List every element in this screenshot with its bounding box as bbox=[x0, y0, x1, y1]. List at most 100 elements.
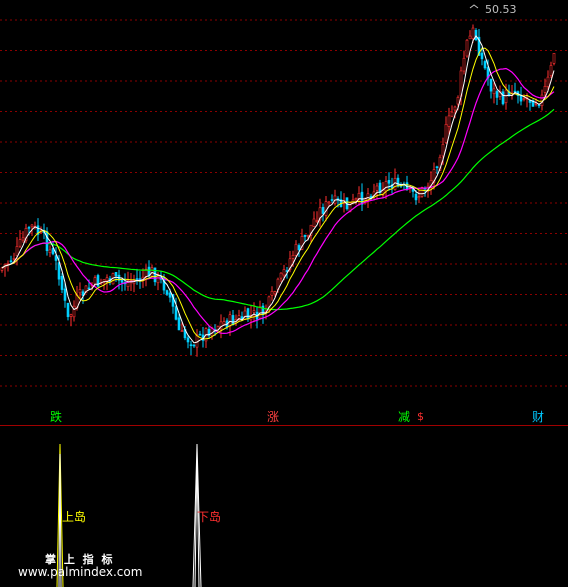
candle-down bbox=[177, 317, 181, 331]
candle-down bbox=[45, 231, 49, 251]
candle-up bbox=[279, 272, 283, 279]
price-pointer bbox=[469, 4, 479, 9]
candle-up bbox=[543, 85, 547, 93]
candle-down bbox=[60, 276, 64, 290]
fall-marker: 跌 bbox=[50, 410, 63, 424]
wealth-marker: 财 bbox=[532, 410, 545, 424]
down-island-label: 下岛 bbox=[197, 510, 222, 524]
candle-down bbox=[198, 333, 202, 336]
candle-up bbox=[417, 196, 421, 199]
candle-up bbox=[354, 198, 358, 201]
candle-down bbox=[114, 272, 118, 277]
candle-up bbox=[450, 111, 454, 117]
candle-down bbox=[87, 287, 91, 290]
candle-up bbox=[252, 310, 256, 313]
candle-down bbox=[474, 30, 478, 41]
candlestick-panel bbox=[0, 4, 568, 387]
candle-up bbox=[222, 321, 226, 325]
candle-down bbox=[246, 308, 250, 320]
candle-up bbox=[30, 224, 34, 228]
candle-up bbox=[492, 88, 496, 95]
candle-down bbox=[360, 191, 364, 205]
candle-up bbox=[447, 115, 451, 127]
candle-up bbox=[522, 98, 526, 100]
up-island-label: 上岛 bbox=[62, 510, 87, 524]
candle-up bbox=[384, 181, 388, 192]
candle-down bbox=[174, 306, 178, 320]
candle-up bbox=[471, 27, 475, 40]
candle-down bbox=[135, 278, 139, 280]
candle-up bbox=[294, 243, 298, 256]
candle-down bbox=[387, 180, 391, 184]
candle-down bbox=[435, 166, 439, 169]
ma5-line bbox=[1, 35, 555, 344]
candle-up bbox=[465, 39, 469, 57]
candle-up bbox=[327, 201, 331, 204]
candle-down bbox=[168, 292, 172, 298]
candle-up bbox=[546, 76, 550, 87]
candle-down bbox=[501, 91, 505, 105]
candle-down bbox=[63, 288, 67, 301]
candle-down bbox=[480, 52, 484, 60]
candle-down bbox=[66, 302, 70, 318]
candle-down bbox=[483, 61, 487, 69]
candle-up bbox=[18, 239, 22, 247]
candle-up bbox=[468, 35, 472, 40]
candle-up bbox=[462, 57, 466, 72]
chart-screen: { "colors": { "background": "#000000", "… bbox=[0, 0, 568, 587]
candle-down bbox=[297, 245, 301, 251]
candle-up bbox=[15, 246, 19, 257]
candle-up bbox=[444, 124, 448, 143]
candle-up bbox=[324, 201, 328, 216]
candle-up bbox=[93, 277, 97, 285]
rise-marker: 涨 bbox=[267, 410, 280, 424]
candle-down bbox=[513, 90, 517, 93]
candle-down bbox=[231, 315, 235, 326]
candle-up bbox=[549, 65, 553, 76]
candle-up bbox=[312, 218, 316, 227]
candle-down bbox=[57, 262, 61, 280]
candle-up bbox=[69, 314, 73, 317]
candle-down bbox=[396, 177, 400, 187]
candle-down bbox=[495, 91, 499, 98]
candle-up bbox=[552, 53, 556, 64]
price-gridlines bbox=[0, 19, 568, 387]
candle-down bbox=[186, 337, 190, 343]
candle-up bbox=[420, 187, 424, 197]
candle-up bbox=[105, 277, 109, 282]
candle-up bbox=[243, 310, 247, 321]
candle-up bbox=[6, 262, 10, 265]
candle-down bbox=[165, 290, 169, 295]
candle-down bbox=[120, 279, 124, 283]
candle-up bbox=[228, 314, 232, 327]
candle-down bbox=[489, 78, 493, 92]
candle-down bbox=[321, 206, 325, 214]
ma10-line bbox=[1, 47, 555, 340]
candle-up bbox=[12, 258, 16, 260]
candle-up bbox=[291, 255, 295, 259]
candle-down bbox=[303, 234, 307, 237]
candle-up bbox=[504, 89, 508, 103]
candle-up bbox=[48, 249, 52, 254]
candle-up bbox=[375, 185, 379, 191]
candle-up bbox=[453, 106, 457, 111]
candle-down bbox=[330, 199, 334, 201]
candle-down bbox=[192, 344, 196, 347]
candle-up bbox=[21, 237, 25, 241]
candle-up bbox=[273, 291, 277, 295]
candle-down bbox=[9, 260, 13, 263]
candle-up bbox=[150, 267, 154, 277]
candle-up bbox=[306, 234, 310, 237]
reduce-marker: 减 bbox=[398, 410, 411, 424]
candle-up bbox=[357, 193, 361, 200]
candle-up bbox=[441, 143, 445, 157]
reduce-dollar-marker: $ bbox=[417, 410, 424, 423]
candle-down bbox=[189, 344, 193, 346]
candle-up bbox=[456, 97, 460, 105]
candle-down bbox=[27, 227, 31, 229]
candle-up bbox=[78, 289, 82, 294]
candle-up bbox=[0, 267, 4, 271]
watermark-url: www.palmindex.com bbox=[18, 565, 143, 579]
candle-down bbox=[414, 193, 418, 201]
candle-up bbox=[180, 330, 184, 333]
